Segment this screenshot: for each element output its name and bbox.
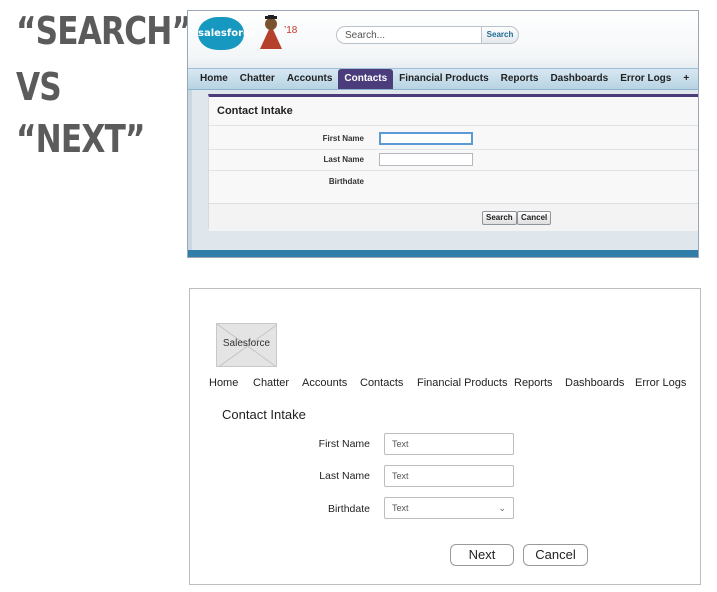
nav-financial-products[interactable]: Financial Products [417, 377, 508, 389]
tab-error-logs[interactable]: Error Logs [614, 69, 677, 89]
divider [209, 125, 698, 126]
salesforce-screenshot: salesforce ’18 Search... Search Home Cha… [187, 10, 699, 258]
contact-intake-panel: Contact Intake First Name Last Name Birt… [208, 94, 698, 231]
mascot-year: ’18 [284, 25, 298, 36]
heading-search: “SEARCH” [16, 9, 192, 53]
nav-home[interactable]: Home [209, 377, 238, 389]
birthdate-label: Birthdate [328, 177, 364, 186]
wireframe-screenshot: Salesforce Home Chatter Accounts Contact… [189, 288, 701, 585]
logo-text: Salesforce [222, 338, 271, 349]
heading-vs: VS [16, 65, 62, 109]
cancel-button[interactable]: Cancel [523, 544, 588, 566]
chevron-down-icon: ⌄ [498, 503, 506, 513]
nav-dashboards[interactable]: Dashboards [565, 377, 624, 389]
tab-dashboards[interactable]: Dashboards [544, 69, 614, 89]
last-name-field[interactable] [379, 153, 473, 166]
first-name-field[interactable] [379, 132, 473, 145]
birthdate-select-value: Text [392, 503, 409, 513]
first-name-label: First Name [318, 438, 370, 450]
last-name-label: Last Name [323, 155, 364, 164]
salesforce-tab-bar: Home Chatter Accounts Contacts Financial… [188, 68, 698, 90]
global-search-input[interactable]: Search... [336, 26, 482, 44]
nav-contacts[interactable]: Contacts [360, 377, 403, 389]
first-name-label: First Name [322, 134, 364, 143]
heading-next: “NEXT” [16, 117, 146, 161]
next-button[interactable]: Next [450, 544, 514, 566]
tab-chatter[interactable]: Chatter [234, 69, 281, 89]
tab-reports[interactable]: Reports [495, 69, 545, 89]
footer-bar [188, 250, 698, 257]
global-search-button[interactable]: Search [481, 26, 519, 44]
panel-title: Contact Intake [217, 105, 293, 117]
sidebar-handle [188, 90, 192, 250]
page-title: Contact Intake [222, 407, 306, 422]
nav-accounts[interactable]: Accounts [302, 377, 347, 389]
last-name-label: Last Name [319, 470, 370, 482]
birthdate-select[interactable]: Text ⌄ [384, 497, 514, 519]
tab-accounts[interactable]: Accounts [281, 69, 339, 89]
cancel-button[interactable]: Cancel [517, 211, 552, 225]
logo-placeholder: Salesforce [216, 323, 277, 367]
salesforce-logo[interactable]: salesforce [198, 17, 256, 50]
tab-home[interactable]: Home [194, 69, 234, 89]
nav-chatter[interactable]: Chatter [253, 377, 289, 389]
divider [209, 170, 698, 171]
search-button[interactable]: Search [482, 211, 517, 225]
divider [209, 149, 698, 150]
button-bar: Search Cancel [209, 203, 698, 231]
birthdate-label: Birthdate [327, 503, 370, 515]
mascot-icon [260, 15, 282, 49]
tab-add-plus-icon[interactable]: + [677, 69, 695, 89]
nav-reports[interactable]: Reports [514, 377, 553, 389]
first-name-input[interactable]: Text [384, 433, 514, 455]
nav-error-logs[interactable]: Error Logs [635, 377, 686, 389]
tab-contacts[interactable]: Contacts [338, 69, 394, 89]
tab-financial-products[interactable]: Financial Products [393, 69, 494, 89]
last-name-input[interactable]: Text [384, 465, 514, 487]
